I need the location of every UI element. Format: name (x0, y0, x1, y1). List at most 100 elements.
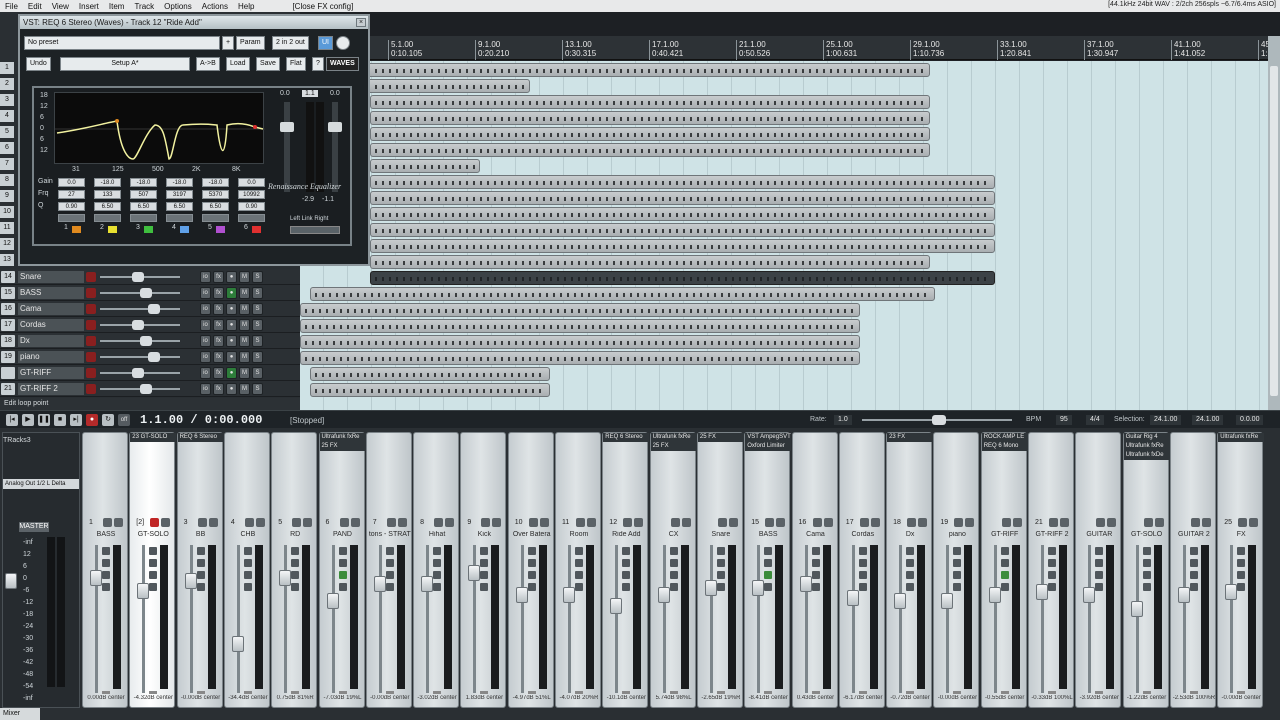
media-item[interactable] (370, 191, 995, 205)
io-button[interactable] (1048, 547, 1056, 555)
phase-button[interactable] (527, 583, 536, 591)
strip-solo-button[interactable] (114, 518, 123, 527)
strip-pan-slider[interactable] (556, 691, 602, 694)
media-item[interactable] (300, 303, 860, 317)
strip-fader-track[interactable] (804, 545, 808, 693)
menu-help[interactable]: Help (233, 2, 259, 11)
eq-freq-field[interactable]: 507 (130, 190, 157, 199)
mixer-strip[interactable]: 16 Cama 0.43dB center (791, 432, 838, 708)
solo-button[interactable]: S (252, 351, 263, 363)
track-mute-button[interactable] (86, 352, 96, 362)
record-arm-button[interactable]: ● (226, 351, 237, 363)
fx-button[interactable] (243, 559, 252, 567)
fx-slot[interactable]: Ultrafunk fxDe (1123, 451, 1170, 460)
fx-button[interactable] (716, 559, 725, 567)
track-mute-button[interactable] (86, 384, 96, 394)
strip-mute-button[interactable] (1238, 518, 1248, 527)
track-name[interactable]: GT-RIFF (18, 367, 84, 379)
phase-button[interactable] (764, 583, 773, 591)
track-name[interactable]: piano (18, 351, 84, 363)
strip-name[interactable]: CHB (225, 531, 271, 538)
track-volume-knob[interactable] (140, 288, 152, 298)
mixer-strip[interactable]: GUITAR -3.92dB center (1075, 432, 1122, 708)
track-number[interactable]: 3 (0, 94, 14, 106)
save-button[interactable]: Save (256, 57, 280, 71)
strip-name[interactable]: piano (934, 531, 980, 538)
help-button[interactable]: ? (312, 57, 324, 71)
band-enable-button[interactable] (72, 226, 81, 233)
strip-fader-track[interactable] (1088, 545, 1092, 693)
strip-fader-track[interactable] (331, 545, 335, 693)
band-enable-button[interactable] (216, 226, 225, 233)
strip-solo-button[interactable] (208, 518, 218, 527)
eq-freq-field[interactable]: 5370 (202, 190, 229, 199)
fx-slot[interactable]: 23 FX (887, 433, 934, 442)
mixer-strip[interactable]: 23 GT-SOLO [2] GT-SOLO -4.32dB center (129, 432, 177, 708)
io-button[interactable] (385, 547, 394, 555)
mixer-strip[interactable]: REQ 6 Stereo 12 Ride Add -10.1dB center (602, 432, 650, 708)
setup-selector[interactable]: Setup A* (60, 57, 190, 71)
fx-enable-button[interactable] (1095, 571, 1104, 579)
fx-enable-button[interactable] (527, 571, 536, 579)
fx-slot[interactable]: Ultrafunk fxRe (319, 433, 366, 442)
strip-fader[interactable] (279, 570, 292, 587)
io-button[interactable] (480, 547, 489, 555)
strip-fader-track[interactable] (993, 545, 997, 693)
link-switch[interactable] (290, 226, 340, 234)
track-row[interactable]: 19 piano io fx ● M S (0, 349, 300, 365)
strip-pan-slider[interactable] (1171, 691, 1217, 694)
strip-mute-button[interactable] (150, 518, 160, 527)
fx-enable-button[interactable] (953, 571, 962, 579)
phase-button[interactable] (1142, 583, 1151, 591)
track-number[interactable]: 18 (1, 335, 15, 347)
io-button[interactable] (811, 547, 820, 555)
phase-button[interactable] (1048, 583, 1056, 591)
track-row[interactable]: 16 Cama io fx ● M S (0, 301, 300, 317)
strip-pan-slider[interactable] (461, 691, 507, 694)
fx-button[interactable] (196, 559, 205, 567)
strip-fader-track[interactable] (568, 545, 571, 693)
track-number[interactable]: 6 (0, 142, 14, 154)
record-arm-button[interactable]: ● (226, 303, 237, 315)
plugin-title[interactable]: VST: REQ 6 Stereo (Waves) - Track 12 "Ri… (20, 16, 368, 29)
fx-enable-button[interactable] (1189, 571, 1198, 579)
strip-fader[interactable] (799, 575, 812, 592)
phase-button[interactable] (385, 583, 394, 591)
go-to-end-button[interactable]: ▸| (70, 414, 82, 426)
strip-name[interactable]: Hihat (414, 531, 460, 538)
arrange-view[interactable] (300, 61, 1268, 410)
media-item[interactable] (310, 287, 935, 301)
phase-button[interactable] (811, 583, 820, 591)
eq-gain-field[interactable]: -18.0 (202, 178, 229, 187)
ruler-tick[interactable]: 13.1.00 0:30.315 (562, 40, 596, 60)
strip-fader[interactable] (373, 575, 386, 592)
media-item[interactable] (370, 271, 995, 285)
track-row[interactable]: 21 GT-RIFF 2 io fx ● M S (0, 381, 300, 397)
param-button[interactable]: Param (236, 36, 265, 50)
track-name[interactable]: Cama (18, 303, 84, 315)
mute-button[interactable]: M (239, 383, 250, 395)
mute-button[interactable]: M (239, 303, 250, 315)
ruler-tick[interactable]: 5.1.00 0:10.105 (388, 40, 422, 60)
strip-fader[interactable] (1225, 584, 1238, 601)
io-button[interactable] (1000, 547, 1009, 555)
io-button[interactable]: io (200, 287, 211, 299)
io-button[interactable] (149, 547, 158, 555)
strip-name[interactable]: Room (556, 531, 602, 538)
strip-fader-track[interactable] (946, 545, 950, 693)
fx-button[interactable] (669, 559, 678, 567)
fx-slot[interactable]: 25 FX (697, 433, 744, 442)
strip-pan-slider[interactable] (651, 691, 697, 694)
menu-actions[interactable]: Actions (197, 2, 233, 11)
strip-mute-button[interactable] (103, 518, 112, 527)
strip-fader[interactable] (1036, 584, 1048, 601)
fx-button[interactable] (1048, 559, 1056, 567)
menu-item[interactable]: Item (104, 2, 130, 11)
fx-enable-button[interactable] (1142, 571, 1151, 579)
fx-slot[interactable]: Ultrafunk fxRe (1218, 433, 1265, 442)
right-output-fader[interactable] (328, 122, 342, 132)
strip-mute-button[interactable] (812, 518, 822, 527)
media-item[interactable] (370, 207, 995, 221)
fx-button[interactable] (622, 559, 631, 567)
strip-fader[interactable] (610, 598, 623, 615)
